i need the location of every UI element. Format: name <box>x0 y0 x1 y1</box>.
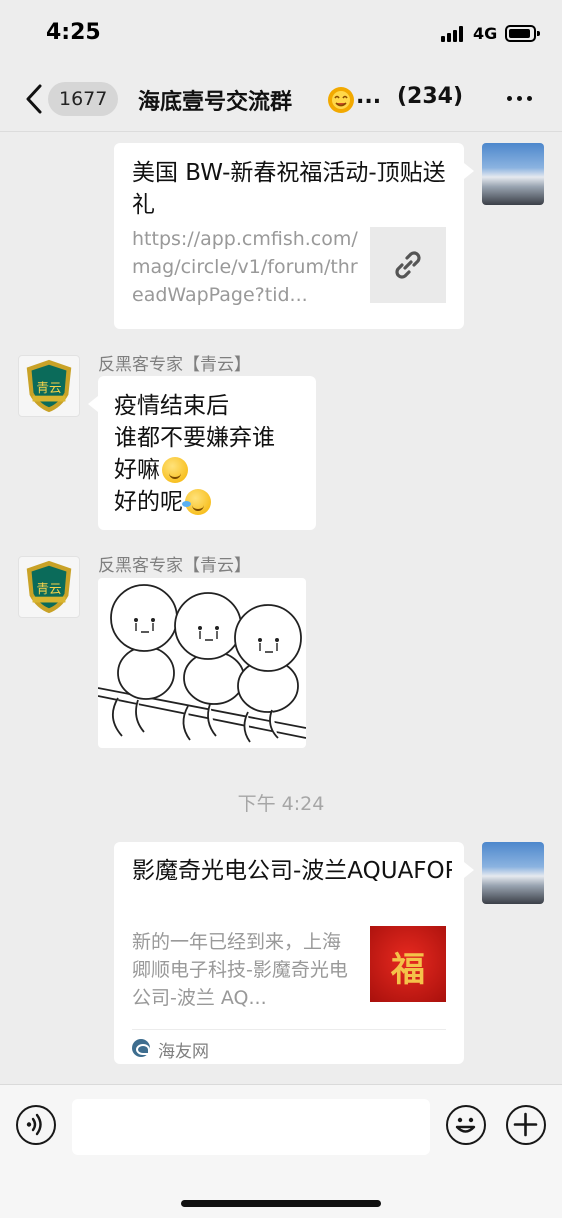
smiley-icon <box>455 1117 476 1133</box>
self-avatar[interactable] <box>482 842 544 904</box>
sticker-image[interactable] <box>98 578 306 748</box>
input-bar <box>0 1084 562 1218</box>
svg-text:青云: 青云 <box>36 380 61 395</box>
crying-laughing-emoji-icon <box>182 489 211 515</box>
article-description: 新的一年已经到来，上海卿顺电子科技-影魔奇光电公司-波兰 AQ... <box>132 931 348 1009</box>
text-message-bubble[interactable]: 疫情结束后 谁都不要嫌弃谁 好嘛 好的呢 <box>88 376 316 530</box>
home-indicator <box>181 1200 381 1207</box>
back-icon[interactable] <box>20 82 50 116</box>
article-thumbnail-text: 福 <box>391 950 425 990</box>
article-title: 影魔奇光电公司-波兰AQUAFOREST-新春祝福... <box>132 858 452 884</box>
message-line: 好嘛 <box>114 457 160 483</box>
article-source: 海友网 <box>158 1042 209 1062</box>
title-ellipsis: ... <box>356 84 382 109</box>
battery-icon <box>505 25 540 42</box>
network-type: 4G <box>473 24 498 43</box>
sender-name: 反黑客专家【青云】 <box>98 556 251 576</box>
more-functions-button[interactable] <box>506 1105 546 1145</box>
link-thumbnail <box>370 227 446 303</box>
message-line: 好的呢 <box>114 489 183 515</box>
link-title: 美国 BW-新春祝福活动-顶贴送礼 <box>132 160 446 218</box>
self-avatar[interactable] <box>482 143 544 205</box>
message-line-with-emoji: 好嘛 <box>114 454 300 486</box>
status-bar: 4:25 4G <box>0 0 562 66</box>
chat-header: 1677 海底壹号交流群 ... (234) <box>0 66 562 132</box>
message-input[interactable] <box>72 1099 430 1155</box>
sender-avatar[interactable]: 青云 <box>18 355 80 417</box>
message-line: 谁都不要嫌弃谁 <box>114 425 275 451</box>
link-message-bubble[interactable]: 美国 BW-新春祝福活动-顶贴送礼 https://app.cmfish.com… <box>114 143 474 329</box>
unread-count-badge[interactable]: 1677 <box>48 82 119 116</box>
member-count: (234) <box>397 84 464 109</box>
sender-name: 反黑客专家【青云】 <box>98 355 251 375</box>
voice-input-button[interactable] <box>16 1105 56 1145</box>
voice-icon <box>26 1113 42 1136</box>
sender-avatar[interactable]: 青云 <box>18 556 80 618</box>
signal-icon <box>441 26 467 42</box>
smiling-face-emoji-icon <box>326 86 356 114</box>
status-time: 4:25 <box>46 20 101 45</box>
divider <box>132 1029 446 1030</box>
link-icon <box>395 251 421 279</box>
article-message-bubble[interactable]: 影魔奇光电公司-波兰AQUAFOREST-新春祝福... 新的一年已经到来，上海… <box>114 842 474 1064</box>
timestamp: 下午 4:24 <box>237 793 325 815</box>
svg-text:青云: 青云 <box>36 581 61 596</box>
emoji-button[interactable] <box>446 1105 486 1145</box>
more-options-icon[interactable] <box>505 96 535 104</box>
link-url: https://app.cmfish.com/mag/circle/v1/for… <box>132 228 358 306</box>
message-line-with-emoji: 好的呢 <box>114 486 300 518</box>
source-logo-icon <box>132 1039 150 1057</box>
group-name: 海底壹号交流群 <box>138 90 293 115</box>
article-thumbnail: 福 <box>370 926 446 1002</box>
plus-icon <box>513 1112 538 1137</box>
thinking-face-emoji-icon <box>162 457 188 483</box>
message-line: 疫情结束后 <box>114 393 229 419</box>
